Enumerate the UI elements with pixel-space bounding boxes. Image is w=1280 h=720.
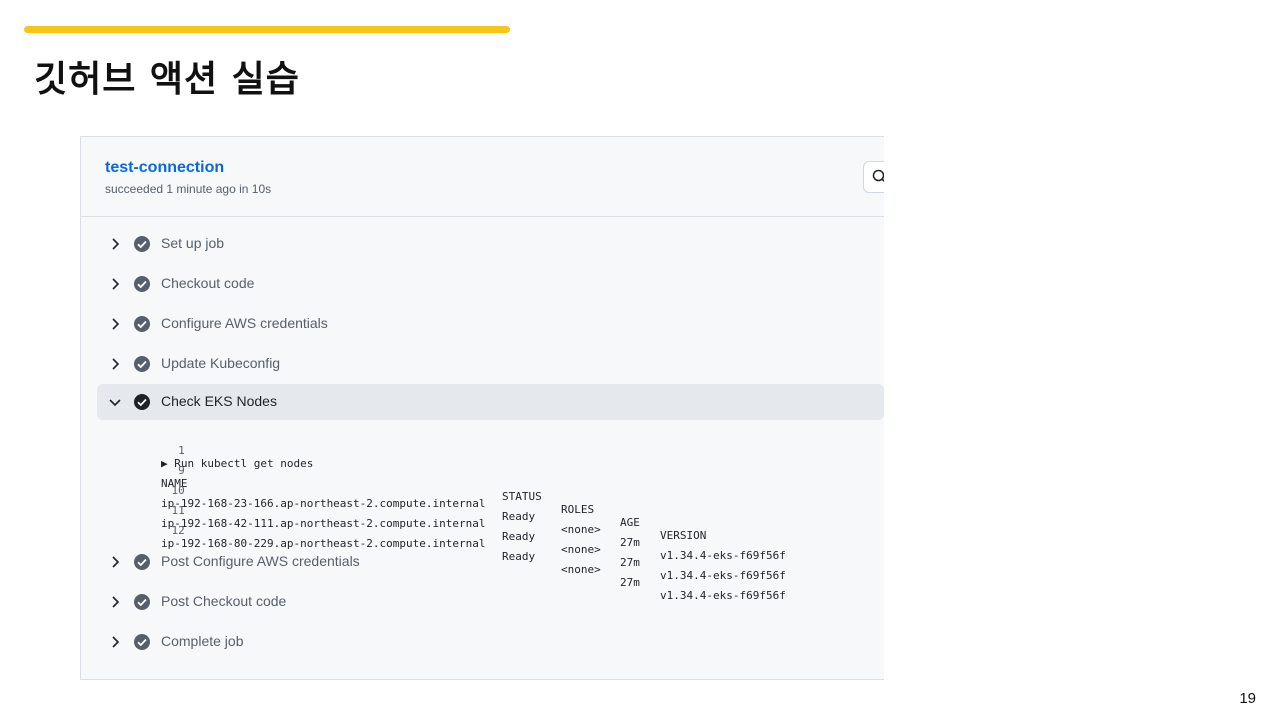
job-status-meta: succeeded 1 minute ago in 10s [105, 182, 272, 196]
check-circle-icon [134, 594, 150, 610]
check-circle-icon [134, 356, 150, 372]
check-circle-icon [134, 316, 150, 332]
step-configure-aws-credentials[interactable]: Configure AWS credentials [97, 306, 884, 342]
accent-bar [24, 26, 510, 33]
step-post-checkout-code[interactable]: Post Checkout code [97, 584, 884, 620]
page-number: 19 [1239, 690, 1256, 707]
step-label: Update Kubeconfig [161, 355, 281, 371]
step-label: Post Configure AWS credentials [161, 553, 360, 569]
step-check-eks-nodes[interactable]: Check EKS Nodes [97, 384, 884, 420]
chevron-right-icon [112, 238, 120, 250]
chevron-right-icon [112, 358, 120, 370]
line-number: 12 [171, 524, 185, 537]
search-logs-button[interactable] [863, 161, 884, 193]
check-circle-icon [134, 394, 150, 410]
log-line: 11 ip-192-168-42-111.ap-northeast-2.comp… [81, 491, 884, 582]
chevron-right-icon [112, 318, 120, 330]
search-icon [872, 169, 884, 183]
step-label: Check EKS Nodes [161, 393, 277, 409]
check-circle-icon [134, 634, 150, 650]
log-line[interactable]: 1 ▶ Run kubectl get nodes [81, 431, 884, 470]
job-title-link[interactable]: test-connection [105, 159, 224, 177]
chevron-right-icon [112, 278, 120, 290]
chevron-right-icon [112, 636, 120, 648]
step-label: Post Checkout code [161, 593, 287, 609]
slide-title: 깃허브 액션 실습 [34, 59, 300, 100]
chevron-down-icon [109, 399, 121, 407]
chevron-right-icon [112, 596, 120, 608]
node-status: Ready [502, 530, 536, 543]
log-line: 10 ip-192-168-23-166.ap-northeast-2.comp… [81, 471, 884, 562]
step-checkout-code[interactable]: Checkout code [97, 266, 884, 302]
step-set-up-job[interactable]: Set up job [97, 226, 884, 262]
check-circle-icon [134, 236, 150, 252]
step-label: Configure AWS credentials [161, 315, 328, 331]
step-label: Complete job [161, 633, 244, 649]
check-circle-icon [134, 276, 150, 292]
chevron-right-icon [112, 556, 120, 568]
job-log-panel: test-connection succeeded 1 minute ago i… [80, 136, 884, 680]
log-line: 12 ip-192-168-80-229.ap-northeast-2.comp… [81, 511, 884, 602]
step-label: Set up job [161, 235, 225, 251]
job-header: test-connection succeeded 1 minute ago i… [81, 137, 884, 217]
check-circle-icon [134, 554, 150, 570]
step-update-kubeconfig[interactable]: Update Kubeconfig [97, 346, 884, 382]
step-post-configure-aws-credentials[interactable]: Post Configure AWS credentials [97, 544, 884, 580]
step-complete-job[interactable]: Complete job [97, 624, 884, 660]
log-line: 9 NAME STATUS ROLES AGE VERSION [81, 451, 884, 542]
step-label: Checkout code [161, 275, 255, 291]
